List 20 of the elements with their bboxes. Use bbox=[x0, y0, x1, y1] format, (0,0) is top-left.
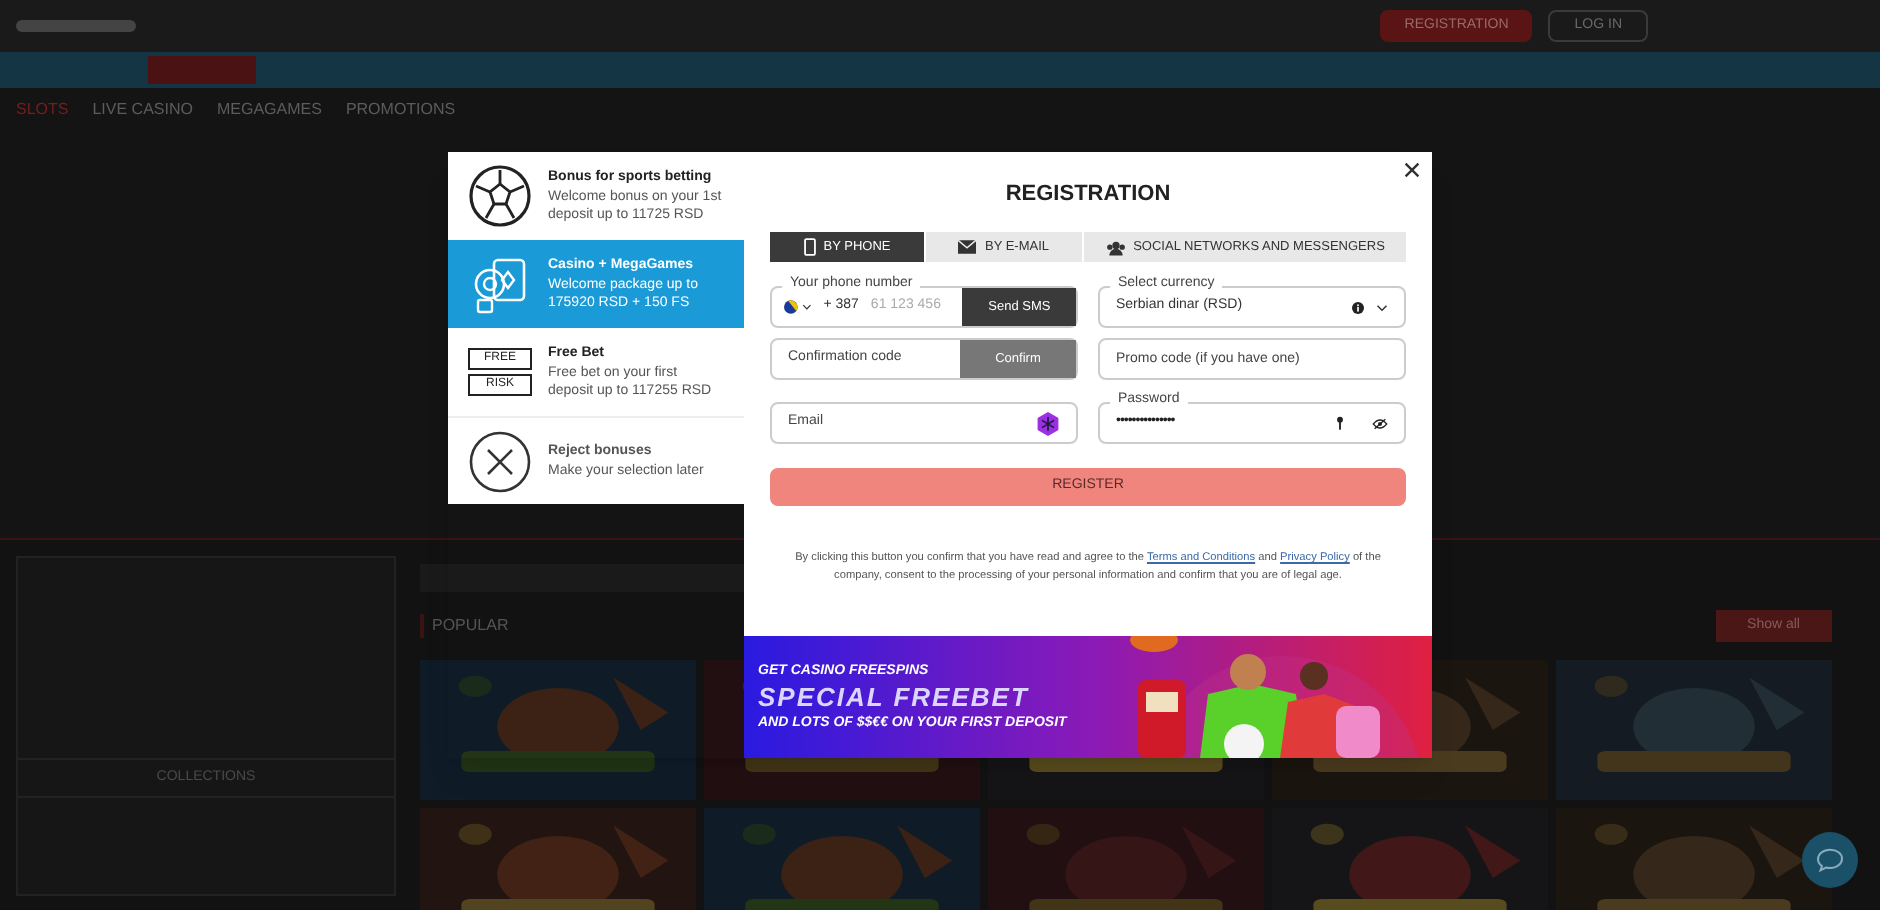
banner-headline: SPECIAL FREEBET bbox=[758, 682, 1029, 712]
dialog-title: REGISTRATION bbox=[1003, 180, 1173, 208]
snowflake-icon bbox=[1036, 411, 1060, 435]
chevron-down-icon bbox=[801, 304, 812, 310]
key-icon bbox=[1336, 416, 1344, 430]
close-icon bbox=[1404, 162, 1420, 178]
envelope-icon bbox=[958, 240, 977, 254]
chat-button[interactable] bbox=[1802, 832, 1858, 888]
close-circle-icon bbox=[468, 429, 532, 493]
chat-icon bbox=[1816, 848, 1844, 872]
close-button[interactable] bbox=[1400, 158, 1424, 182]
section-title: POPULAR bbox=[420, 614, 509, 638]
flag-icon bbox=[784, 300, 798, 314]
eye-slash-icon bbox=[1372, 417, 1388, 429]
soccer-ball-icon bbox=[468, 164, 532, 228]
chevron-down-icon bbox=[1376, 303, 1388, 311]
info-icon bbox=[1352, 301, 1364, 313]
nav-highlight bbox=[148, 56, 256, 84]
people-icon bbox=[1105, 239, 1126, 255]
phone-icon bbox=[803, 238, 816, 256]
